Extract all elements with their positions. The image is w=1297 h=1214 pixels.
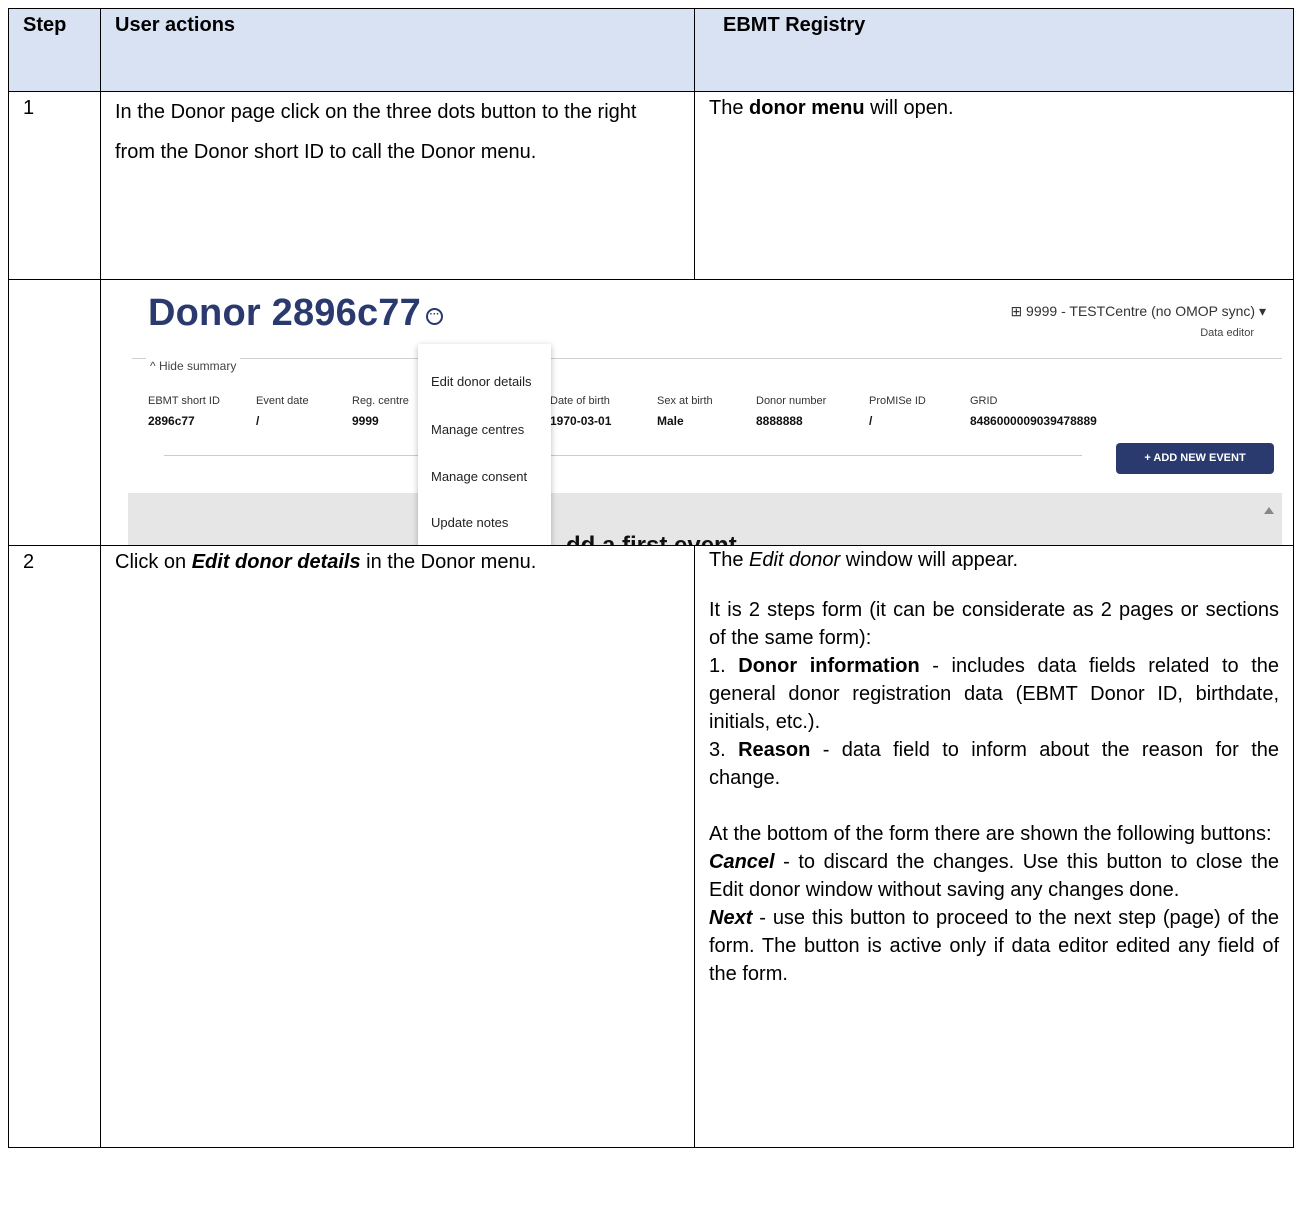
step-number: 2 (8, 545, 101, 1148)
add-new-event-button[interactable]: + ADD NEW EVENT (1116, 443, 1274, 474)
menu-item-manage-centres[interactable]: Manage centres (431, 414, 524, 446)
scroll-up-icon[interactable] (1264, 507, 1274, 514)
table-row: 2 Click on Edit donor details in the Don… (8, 545, 1294, 1148)
registry-text: The Edit donor window will appear. It is… (694, 545, 1294, 1148)
menu-item-edit-donor-details[interactable]: Edit donor details (431, 366, 531, 398)
field-value: / (256, 414, 260, 428)
table-header-row: Step User actions EBMT Registry (8, 8, 1294, 92)
field-label: Event date (256, 395, 309, 407)
donor-page-screenshot: Donor 2896c77 ··· ⊞ 9999 - TESTCentre (n… (128, 297, 1282, 545)
step-number: 1 (8, 91, 101, 280)
edit-donor-description: The Edit donor window will appear. It is… (709, 549, 1280, 985)
field-value: 8486000009039478889 (970, 414, 1097, 428)
field-value: / (869, 414, 873, 428)
summary-divider (132, 358, 1282, 359)
timeline-divider (164, 455, 1082, 456)
screenshot-cell: Donor 2896c77 ··· ⊞ 9999 - TESTCentre (n… (100, 279, 1294, 546)
field-value: 1970-03-01 (550, 414, 612, 428)
donor-title: Donor 2896c77 (148, 297, 421, 334)
table-row-screenshot: Donor 2896c77 ··· ⊞ 9999 - TESTCentre (n… (8, 279, 1294, 546)
add-first-event-text: dd a first event (566, 530, 737, 545)
hide-summary-toggle[interactable]: ^ Hide summary (146, 350, 241, 382)
header-user-actions: User actions (100, 8, 695, 92)
table-row: 1 In the Donor page click on the three d… (8, 91, 1294, 280)
user-role: Data editor (1200, 327, 1254, 339)
header-step: Step (8, 8, 101, 92)
menu-item-update-notes[interactable]: Update notes (431, 507, 508, 539)
empty-step-cell (8, 279, 101, 546)
more-options-icon[interactable]: ··· (426, 308, 443, 325)
menu-item-manage-consent[interactable]: Manage consent (431, 461, 527, 493)
field-value: 2896c77 (148, 414, 195, 428)
registry-text: The donor menu will open. (694, 91, 1294, 280)
header-ebmt-registry: EBMT Registry (694, 8, 1294, 92)
user-action-text: Click on Edit donor details in the Donor… (100, 545, 695, 1148)
user-action-text: In the Donor page click on the three dot… (100, 91, 695, 280)
field-value: 8888888 (756, 414, 803, 428)
donor-menu: Edit donor details Manage centres Manage… (418, 344, 551, 545)
field-value: Male (657, 414, 684, 428)
steps-table: Step User actions EBMT Registry 1 In the… (8, 8, 1294, 1148)
field-label: ProMISe ID (869, 395, 926, 407)
field-value: 9999 (352, 414, 379, 428)
